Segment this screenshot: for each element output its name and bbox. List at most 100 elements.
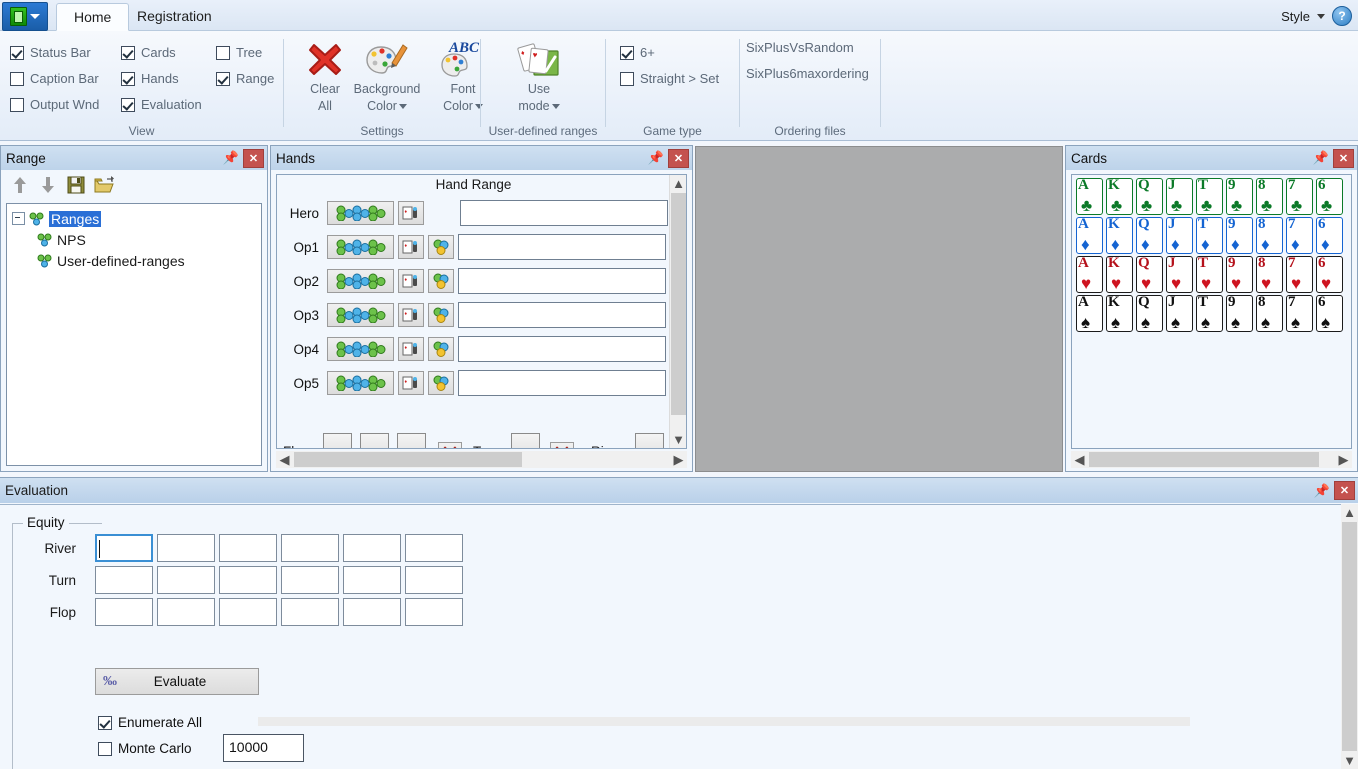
checkbox-six-plus[interactable]: 6+	[620, 45, 655, 60]
card-6-spades[interactable]: 6♠	[1316, 295, 1343, 332]
checkbox-cards[interactable]: Cards	[121, 45, 176, 60]
checkbox-monte-carlo[interactable]: Monte Carlo	[98, 741, 192, 756]
card-6-clubs[interactable]: 6♣	[1316, 178, 1343, 215]
op5-card-picker-button[interactable]: ♦	[398, 371, 424, 395]
checkbox-enumerate-all[interactable]: Enumerate All	[98, 715, 202, 730]
op3-range-input[interactable]	[458, 302, 666, 328]
card-7-clubs[interactable]: 7♣	[1286, 178, 1313, 215]
checkbox-tree[interactable]: Tree	[216, 45, 262, 60]
scroll-right-icon[interactable]: ▶	[1335, 451, 1352, 468]
save-icon[interactable]	[64, 173, 88, 197]
equity-input-river-hero[interactable]	[95, 534, 153, 562]
tree-item-user-defined-ranges[interactable]: User-defined-ranges	[7, 250, 261, 271]
equity-input-turn-opp4[interactable]	[343, 566, 401, 594]
hero-range-input[interactable]	[460, 200, 668, 226]
equity-input-flop-hero[interactable]	[95, 598, 153, 626]
card-7-hearts[interactable]: 7♥	[1286, 256, 1313, 293]
scroll-left-icon[interactable]: ◀	[1071, 451, 1088, 468]
card-9-diamonds[interactable]: 9♦	[1226, 217, 1253, 254]
card-Q-hearts[interactable]: Q♥	[1136, 256, 1163, 293]
op2-range-grid-button[interactable]	[327, 269, 394, 293]
card-Q-clubs[interactable]: Q♣	[1136, 178, 1163, 215]
style-menu-label[interactable]: Style	[1281, 9, 1310, 24]
equity-input-turn-opp5[interactable]	[405, 566, 463, 594]
close-icon[interactable]: ✕	[1334, 481, 1355, 500]
monte-carlo-iterations-input[interactable]: 10000	[223, 734, 304, 762]
scroll-left-icon[interactable]: ◀	[276, 451, 293, 468]
flop-card-2[interactable]: NEW POKER SOFT	[360, 433, 389, 449]
op4-range-input[interactable]	[458, 336, 666, 362]
card-J-clubs[interactable]: J♣	[1166, 178, 1193, 215]
card-T-spades[interactable]: T♠	[1196, 295, 1223, 332]
checkbox-status-bar[interactable]: Status Bar	[10, 45, 91, 60]
scroll-up-icon[interactable]: ▲	[670, 175, 687, 192]
card-8-clubs[interactable]: 8♣	[1256, 178, 1283, 215]
equity-input-flop-opp4[interactable]	[343, 598, 401, 626]
card-8-diamonds[interactable]: 8♦	[1256, 217, 1283, 254]
collapse-icon[interactable]	[12, 212, 25, 225]
close-icon[interactable]: ✕	[243, 149, 264, 168]
op1-range-input[interactable]	[458, 234, 666, 260]
card-K-clubs[interactable]: K♣	[1106, 178, 1133, 215]
card-A-clubs[interactable]: A♣	[1076, 178, 1103, 215]
card-A-spades[interactable]: A♠	[1076, 295, 1103, 332]
card-J-diamonds[interactable]: J♦	[1166, 217, 1193, 254]
op1-range-grid-button[interactable]	[327, 235, 394, 259]
hero-card-picker-button[interactable]: ♦	[398, 201, 424, 225]
checkbox-hands[interactable]: Hands	[121, 71, 179, 86]
card-7-spades[interactable]: 7♠	[1286, 295, 1313, 332]
scroll-thumb[interactable]	[671, 193, 686, 415]
equity-input-turn-opp1[interactable]	[157, 566, 215, 594]
scroll-thumb[interactable]	[1342, 522, 1357, 751]
arrow-down-icon[interactable]	[36, 173, 60, 197]
equity-input-flop-opp5[interactable]	[405, 598, 463, 626]
close-icon[interactable]: ✕	[668, 149, 689, 168]
scroll-thumb[interactable]	[1089, 452, 1319, 467]
card-K-diamonds[interactable]: K♦	[1106, 217, 1133, 254]
op2-range-input[interactable]	[458, 268, 666, 294]
cards-horizontal-scrollbar[interactable]: ◀ ▶	[1071, 451, 1352, 468]
card-8-hearts[interactable]: 8♥	[1256, 256, 1283, 293]
flop-card-1[interactable]: NEW POKER SOFT	[323, 433, 352, 449]
op3-card-picker-button[interactable]: ♦	[398, 303, 424, 327]
checkbox-range[interactable]: Range	[216, 71, 274, 86]
ordering-file-item-0[interactable]: SixPlusVsRandom	[746, 40, 854, 55]
background-color-button[interactable]: Background Color	[346, 37, 428, 115]
card-A-hearts[interactable]: A♥	[1076, 256, 1103, 293]
card-J-hearts[interactable]: J♥	[1166, 256, 1193, 293]
hero-range-grid-button[interactable]	[327, 201, 394, 225]
equity-input-flop-opp1[interactable]	[157, 598, 215, 626]
op4-range-grid-button[interactable]	[327, 337, 394, 361]
scroll-right-icon[interactable]: ▶	[670, 451, 687, 468]
card-8-spades[interactable]: 8♠	[1256, 295, 1283, 332]
card-6-hearts[interactable]: 6♥	[1316, 256, 1343, 293]
op3-range-grid-button[interactable]	[327, 303, 394, 327]
tree-item-ranges[interactable]: Ranges	[7, 208, 261, 229]
card-T-clubs[interactable]: T♣	[1196, 178, 1223, 215]
open-folder-icon[interactable]	[92, 173, 116, 197]
equity-input-river-opp5[interactable]	[405, 534, 463, 562]
card-K-spades[interactable]: K♠	[1106, 295, 1133, 332]
tree-item-nps[interactable]: NPS	[7, 229, 261, 250]
hands-horizontal-scrollbar[interactable]: ◀ ▶	[276, 451, 687, 468]
equity-input-river-opp4[interactable]	[343, 534, 401, 562]
turn-clear-button[interactable]	[550, 442, 574, 449]
range-tree[interactable]: Ranges NPS	[6, 203, 262, 466]
card-9-clubs[interactable]: 9♣	[1226, 178, 1253, 215]
turn-card[interactable]: NEW POKER SOFT	[511, 433, 540, 449]
equity-input-river-opp2[interactable]	[219, 534, 277, 562]
op4-group-button[interactable]	[428, 337, 454, 361]
equity-input-turn-opp3[interactable]	[281, 566, 339, 594]
evaluation-vertical-scrollbar[interactable]: ▲ ▼	[1341, 504, 1358, 769]
pin-icon[interactable]: 📌	[1313, 149, 1329, 167]
pin-icon[interactable]: 📌	[1314, 482, 1330, 500]
equity-input-river-opp1[interactable]	[157, 534, 215, 562]
checkbox-straight-gt-set[interactable]: Straight > Set	[620, 71, 719, 86]
card-9-hearts[interactable]: 9♥	[1226, 256, 1253, 293]
equity-input-turn-opp2[interactable]	[219, 566, 277, 594]
scroll-down-icon[interactable]: ▼	[1341, 752, 1358, 769]
equity-input-flop-opp2[interactable]	[219, 598, 277, 626]
card-7-diamonds[interactable]: 7♦	[1286, 217, 1313, 254]
tab-home[interactable]: Home	[56, 3, 129, 31]
card-K-hearts[interactable]: K♥	[1106, 256, 1133, 293]
